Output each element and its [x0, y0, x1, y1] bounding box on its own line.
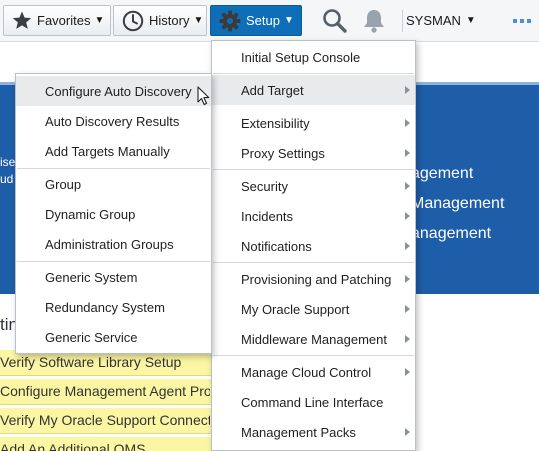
menu-item-label: Initial Setup Console [241, 49, 361, 65]
task-link[interactable]: Configure Management Agent Pro [0, 379, 210, 405]
chevron-right-icon [405, 305, 410, 313]
task-link-label: Verify Software Library Setup [0, 354, 182, 370]
menu-item-add-target[interactable]: Add Target [212, 75, 415, 105]
menu-item-label: Middleware Management [241, 331, 387, 347]
menu-item-command-line-interface[interactable]: Command Line Interface [212, 387, 415, 417]
chevron-right-icon [405, 335, 410, 343]
chevron-right-icon [405, 182, 410, 190]
menu-item-proxy-settings[interactable]: Proxy Settings [212, 138, 415, 168]
menu-item-management-packs[interactable]: Management Packs [212, 417, 415, 447]
setup-label: Setup [246, 13, 280, 28]
bell-icon[interactable] [362, 8, 386, 34]
menu-item-label: Proxy Settings [241, 145, 325, 161]
chevron-down-icon: ▼ [193, 15, 204, 26]
menu-item-label: Add Target [241, 82, 304, 98]
mouse-pointer-icon [197, 86, 210, 106]
menu-item-label: Administration Groups [45, 236, 174, 252]
chevron-right-icon [405, 242, 410, 250]
task-link-label: Add An Additional OMS [0, 441, 146, 451]
banner-text: anagement [411, 225, 492, 242]
menu-item-incidents[interactable]: Incidents [212, 201, 415, 231]
chevron-down-icon: ▼ [465, 15, 476, 26]
menu-item-redundancy-system[interactable]: Redundancy System [16, 292, 211, 322]
menu-item-provisioning-and-patching[interactable]: Provisioning and Patching [212, 264, 415, 294]
gear-icon [219, 10, 241, 31]
chevron-right-icon [405, 275, 410, 283]
banner-text-left: ise [0, 155, 16, 169]
banner-text: agement [411, 165, 474, 182]
add-target-submenu: Configure Auto Discovery Auto Discovery … [15, 73, 212, 354]
banner-text-left: ud [0, 172, 14, 186]
menu-item-add-targets-manually[interactable]: Add Targets Manually [16, 136, 211, 166]
chevron-down-icon: ▼ [283, 15, 294, 26]
menu-item-label: Command Line Interface [241, 394, 384, 410]
menu-item-label: Provisioning and Patching [241, 271, 392, 287]
menu-item-label: Extensibility [241, 115, 310, 131]
setup-dropdown-menu: Initial Setup Console Add Target Extensi… [211, 40, 416, 451]
menu-item-group[interactable]: Group [16, 169, 211, 199]
chevron-right-icon [405, 86, 410, 94]
menu-item-administration-groups[interactable]: Administration Groups [16, 229, 211, 259]
menu-item-dynamic-group[interactable]: Dynamic Group [16, 199, 211, 229]
history-menu-button[interactable]: History ▼ [113, 5, 207, 36]
banner-text: Management [411, 195, 505, 212]
menu-item-generic-system[interactable]: Generic System [16, 262, 211, 292]
menu-item-auto-discovery-results[interactable]: Auto Discovery Results [16, 106, 211, 136]
chevron-down-icon: ▼ [94, 15, 105, 26]
task-link-label: Verify My Oracle Support Connect [0, 412, 210, 428]
menu-item-label: Manage Cloud Control [241, 364, 372, 380]
menu-item-label: Group [45, 176, 82, 192]
menu-item-generic-service[interactable]: Generic Service [16, 322, 211, 352]
more-icon[interactable] [513, 18, 531, 24]
menu-item-label: Notifications [241, 238, 312, 254]
menu-item-label: My Oracle Support [241, 301, 350, 317]
favorites-label: Favorites [37, 13, 91, 28]
menu-item-label: Add Targets Manually [45, 143, 170, 159]
menu-item-initial-setup-console[interactable]: Initial Setup Console [212, 42, 415, 72]
chevron-right-icon [405, 149, 410, 157]
global-toolbar: Favorites ▼ History ▼ Setup ▼ SYSMAN ▼ [0, 0, 539, 42]
chevron-right-icon [405, 119, 410, 127]
menu-separator [213, 169, 414, 170]
task-link[interactable]: Verify My Oracle Support Connect [0, 408, 210, 434]
menu-item-label: Redundancy System [45, 299, 165, 315]
task-link[interactable]: Add An Additional OMS [0, 437, 210, 451]
setup-menu-button[interactable]: Setup ▼ [210, 5, 302, 36]
menu-separator [213, 355, 414, 356]
chevron-right-icon [405, 212, 410, 220]
star-icon [12, 11, 32, 29]
menu-item-label: Generic Service [45, 329, 138, 345]
menu-item-my-oracle-support[interactable]: My Oracle Support [212, 294, 415, 324]
menu-item-label: Auto Discovery Results [45, 113, 180, 129]
menu-item-security[interactable]: Security [212, 171, 415, 201]
toolbar-divider [402, 10, 403, 32]
chevron-right-icon [405, 368, 410, 376]
menu-separator [213, 73, 414, 74]
menu-item-extensibility[interactable]: Extensibility [212, 108, 415, 138]
menu-item-label: Dynamic Group [45, 206, 136, 222]
user-label: SYSMAN [406, 13, 461, 28]
search-icon[interactable] [322, 8, 348, 34]
favorites-menu-button[interactable]: Favorites ▼ [3, 5, 111, 36]
user-menu-button[interactable]: SYSMAN ▼ [406, 5, 476, 36]
menu-item-configure-auto-discovery[interactable]: Configure Auto Discovery [16, 76, 211, 106]
task-link-label: Configure Management Agent Pro [0, 383, 210, 399]
menu-item-middleware-management[interactable]: Middleware Management [212, 324, 415, 354]
chevron-right-icon [405, 428, 410, 436]
history-label: History [149, 13, 190, 28]
menu-item-label: Management Packs [241, 424, 356, 440]
menu-item-label: Configure Auto Discovery [45, 83, 192, 99]
menu-item-label: Security [241, 178, 288, 194]
menu-item-notifications[interactable]: Notifications [212, 231, 415, 261]
menu-item-label: Generic System [45, 269, 138, 285]
menu-item-manage-cloud-control[interactable]: Manage Cloud Control [212, 357, 415, 387]
clock-icon [122, 10, 144, 31]
menu-separator [213, 262, 414, 263]
menu-item-label: Incidents [241, 208, 294, 224]
